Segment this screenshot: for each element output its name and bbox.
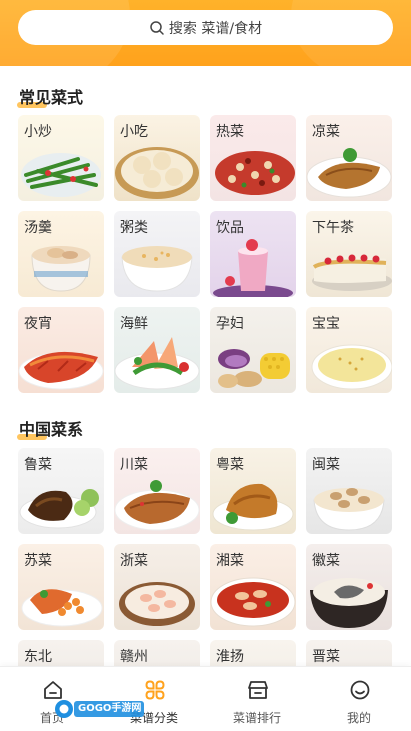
category-tile-sucai[interactable]: 苏菜 (18, 544, 104, 630)
tab-mine[interactable]: 我的 (308, 667, 410, 731)
category-grid-icon (145, 680, 165, 700)
category-tile-yuecai[interactable]: 粤菜 (210, 448, 296, 534)
category-content[interactable]: 常见菜式 中国菜系 小炒 小吃 热菜 凉菜 汤羹 粥类 饮品 下午茶 夜宵 海鲜… (0, 66, 411, 666)
category-tile-lucai[interactable]: 鲁菜 (18, 448, 104, 534)
category-tile-haixian[interactable]: 海鲜 (114, 307, 200, 393)
profile-icon (350, 680, 370, 700)
category-tile-yunfu[interactable]: 孕妇 (210, 307, 296, 393)
category-tile-jincai[interactable]: 晋菜 (306, 640, 392, 666)
category-tile-ganzhou[interactable]: 赣州 (114, 640, 200, 666)
category-tile-xiaochi[interactable]: 小吃 (114, 115, 200, 201)
category-tile-yexiao[interactable]: 夜宵 (18, 307, 104, 393)
ranking-icon (248, 681, 268, 699)
section-title-cuisine: 中国菜系 (17, 420, 84, 440)
category-tile-xiawucha[interactable]: 下午茶 (306, 211, 392, 297)
category-tile-chuancai[interactable]: 川菜 (114, 448, 200, 534)
watermark-logo: GOGO手游网 (54, 698, 146, 720)
category-tile-zhoulei[interactable]: 粥类 (114, 211, 200, 297)
search-placeholder: 搜索 菜谱/食材 (168, 20, 263, 37)
category-tile-liangcai[interactable]: 凉菜 (306, 115, 392, 201)
category-tile-yinpin[interactable]: 饮品 (210, 211, 296, 297)
category-tile-xiangcai[interactable]: 湘菜 (210, 544, 296, 630)
category-tile-tanggeng[interactable]: 汤羹 (18, 211, 104, 297)
category-tile-zhecai[interactable]: 浙菜 (114, 544, 200, 630)
tab-recipe-ranking[interactable]: 菜谱排行 (206, 667, 308, 731)
section-title-common: 常见菜式 (17, 88, 84, 108)
category-tile-huicai[interactable]: 徽菜 (306, 544, 392, 630)
category-tile-huaiyang[interactable]: 淮扬 (210, 640, 296, 666)
category-tile-mincai[interactable]: 闽菜 (306, 448, 392, 534)
category-tile-dongbei[interactable]: 东北 (18, 640, 104, 666)
top-header: 搜索 菜谱/食材 (0, 0, 411, 90)
category-tile-recai[interactable]: 热菜 (210, 115, 296, 201)
category-tile-baobao[interactable]: 宝宝 (306, 307, 392, 393)
search-icon (150, 20, 164, 35)
search-bar[interactable]: 搜索 菜谱/食材 (18, 10, 393, 45)
category-tile-xiaochao[interactable]: 小炒 (18, 115, 104, 201)
